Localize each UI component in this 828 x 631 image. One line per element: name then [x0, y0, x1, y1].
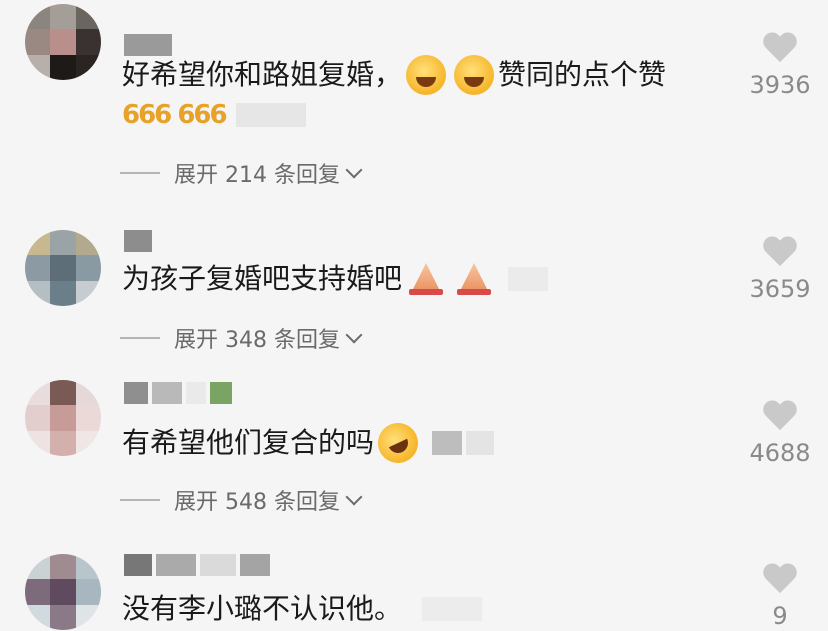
- comment-item: 好希望你和路姐复婚， 赞同的点个赞 666 666 展开 214 条回复 393…: [0, 0, 828, 200]
- username[interactable]: [124, 230, 152, 252]
- like-count: 4688: [749, 439, 811, 467]
- avatar[interactable]: [25, 554, 101, 630]
- like-button[interactable]: 4688: [740, 401, 820, 467]
- expand-replies-button[interactable]: 展开 214 条回复: [120, 158, 363, 188]
- comment-item: 为孩子复婚吧支持婚吧 展开 348 条回复 3659: [0, 200, 828, 370]
- chevron-down-icon: [345, 326, 363, 344]
- heart-icon[interactable]: [762, 33, 798, 65]
- folded-hands-icon: [406, 259, 446, 299]
- heart-icon[interactable]: [762, 237, 798, 269]
- expand-replies-button[interactable]: 展开 548 条回复: [120, 485, 363, 515]
- avatar[interactable]: [25, 4, 101, 80]
- chevron-down-icon: [345, 488, 363, 506]
- like-button[interactable]: 3936: [740, 33, 820, 99]
- divider: [120, 172, 160, 174]
- chevron-down-icon: [345, 161, 363, 179]
- comment-text: 为孩子复婚吧支持婚吧: [122, 259, 549, 299]
- comment-item: 没有李小璐不认识他。 9: [0, 540, 828, 631]
- sixes-emoji: 666 666: [122, 100, 306, 130]
- blurred-text: [466, 431, 495, 455]
- avatar[interactable]: [25, 380, 101, 456]
- like-button[interactable]: 3659: [740, 237, 820, 303]
- comment-text-main: 为孩子复婚吧支持婚吧: [122, 262, 403, 295]
- expand-replies-label: 展开 348 条回复: [174, 328, 340, 353]
- comment-text: 好希望你和路姐复婚， 赞同的点个赞: [122, 55, 666, 95]
- blurred-text: [422, 597, 483, 621]
- comment-text-main: 好希望你和路姐复婚，: [122, 58, 403, 91]
- rofl-face-icon: [371, 416, 425, 470]
- username[interactable]: [124, 554, 270, 576]
- comment-text-main: 有希望他们复合的吗: [122, 426, 375, 459]
- folded-hands-icon: [454, 259, 494, 299]
- blurred-text: [235, 103, 306, 127]
- comment-text-after: 赞同的点个赞: [498, 58, 667, 91]
- divider: [120, 337, 160, 339]
- expand-replies-label: 展开 214 条回复: [174, 163, 340, 188]
- username[interactable]: [124, 382, 232, 404]
- like-button[interactable]: 9: [740, 564, 820, 630]
- expand-replies-button[interactable]: 展开 348 条回复: [120, 323, 363, 353]
- comment-text: 有希望他们复合的吗: [122, 416, 495, 470]
- heart-icon[interactable]: [762, 401, 798, 433]
- like-count: 3936: [749, 71, 811, 99]
- laughing-face-icon: [406, 55, 447, 95]
- like-count: 3659: [749, 275, 811, 303]
- heart-icon[interactable]: [762, 564, 798, 596]
- divider: [120, 499, 160, 501]
- laughing-face-icon: [454, 55, 495, 95]
- comment-item: 有希望他们复合的吗 展开 548 条回复 4688: [0, 370, 828, 540]
- comment-text-main: 没有李小璐不认识他。: [122, 592, 403, 625]
- avatar[interactable]: [25, 230, 101, 306]
- blurred-text: [432, 431, 463, 455]
- comment-text: 没有李小璐不认识他。: [122, 589, 483, 629]
- username[interactable]: [124, 34, 172, 56]
- expand-replies-label: 展开 548 条回复: [174, 490, 340, 515]
- blurred-text: [508, 267, 549, 291]
- like-count: 9: [772, 602, 788, 630]
